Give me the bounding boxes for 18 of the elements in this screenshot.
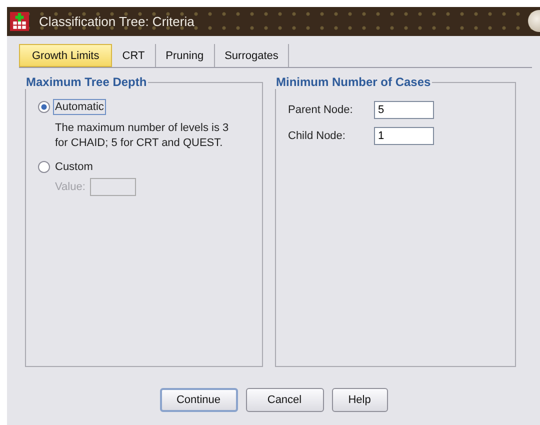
radio-label[interactable]: Automatic [53, 99, 106, 115]
tree-grid-icon [10, 12, 29, 31]
tab[interactable]: Growth Limits [19, 44, 112, 67]
radio-button[interactable] [38, 161, 50, 173]
group-title: Maximum Tree Depth [25, 75, 148, 89]
input-field[interactable]: 1 [374, 127, 434, 145]
window-title: Classification Tree: Criteria [39, 14, 194, 29]
field-label: Child Node: [288, 130, 346, 142]
field-label: Value: [55, 181, 86, 193]
field-label: Parent Node: [288, 104, 354, 116]
input-field[interactable]: 5 [374, 101, 434, 119]
radio-label[interactable]: Custom [53, 159, 95, 175]
dialog-button[interactable]: Help [332, 388, 388, 412]
radio-button[interactable] [38, 101, 50, 113]
group-title: Minimum Number of Cases [275, 75, 432, 89]
description-text: The maximum number of levels is 3 for CHAID; 5 for CRT and QUEST. [55, 121, 230, 151]
dialog-button[interactable]: Continue [160, 388, 238, 412]
dialog-button[interactable]: Cancel [246, 388, 324, 412]
